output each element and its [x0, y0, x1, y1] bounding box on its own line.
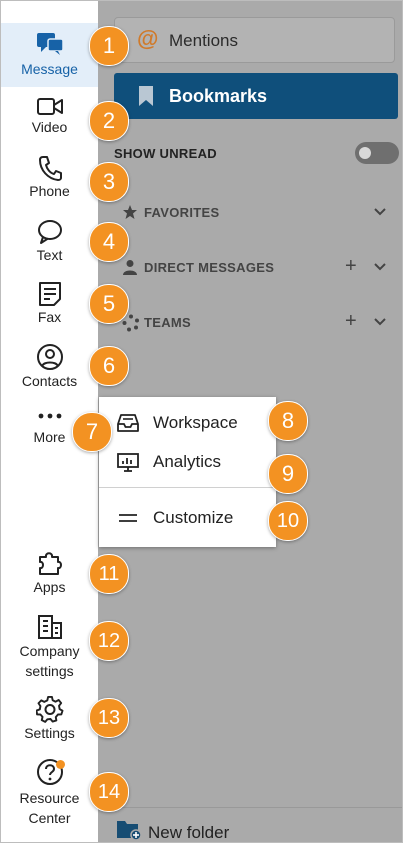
- nav-item-fax[interactable]: Fax: [1, 281, 98, 331]
- nav-label-fax: Fax: [37, 309, 62, 325]
- mentions-label: Mentions: [169, 31, 238, 50]
- mentions-button[interactable]: @ Mentions: [114, 17, 395, 63]
- nav-label-text: Text: [36, 247, 63, 263]
- teams-chevron-down-icon[interactable]: [373, 317, 387, 327]
- add-direct-message-plus-icon[interactable]: +: [345, 256, 357, 276]
- analytics-chart-icon: [117, 453, 139, 472]
- teams-label: TEAMS: [144, 315, 191, 330]
- callout-4: 4: [89, 222, 129, 262]
- new-folder-label: New folder: [148, 823, 230, 842]
- workspace-label: Workspace: [153, 413, 238, 432]
- more-dots-icon: [38, 413, 61, 419]
- callout-14: 14: [89, 772, 129, 812]
- more-menu-popup: Workspace Analytics Customize: [99, 397, 276, 547]
- callout-2: 2: [89, 101, 129, 141]
- callout-9: 9: [268, 454, 308, 494]
- folder-add-icon: [117, 821, 142, 840]
- resource-center-icon-wrap: [35, 758, 65, 788]
- phone-icon: [38, 156, 62, 181]
- nav-label-resource-center-line1: Resource: [19, 790, 80, 806]
- nav-item-resource-center[interactable]: Resource Center: [1, 758, 98, 830]
- star-icon: [123, 205, 137, 219]
- nav-label-resource-center-line2: Center: [28, 810, 71, 826]
- callout-13: 13: [89, 698, 129, 738]
- add-team-plus-icon[interactable]: +: [345, 311, 357, 331]
- contact-person-icon: [36, 344, 63, 370]
- bookmarks-label: Bookmarks: [169, 86, 268, 106]
- customize-label: Customize: [153, 508, 234, 527]
- nav-label-company-settings-line2: settings: [25, 663, 74, 679]
- speech-bubble-icon: [37, 220, 62, 244]
- nav-label-settings: Settings: [24, 725, 75, 741]
- show-unread-toggle[interactable]: [355, 142, 399, 164]
- nav-label-phone: Phone: [29, 183, 70, 199]
- callout-5: 5: [89, 284, 129, 324]
- nav-label-contacts: Contacts: [21, 373, 78, 389]
- nav-item-phone[interactable]: Phone: [1, 155, 98, 205]
- new-folder-button[interactable]: New folder: [98, 807, 402, 842]
- gear-icon: [35, 695, 63, 723]
- nav-item-video[interactable]: Video: [1, 97, 98, 141]
- nav-label-company-settings-line1: Company: [19, 643, 80, 659]
- menu-item-workspace[interactable]: Workspace: [99, 405, 276, 441]
- menu-item-customize[interactable]: Customize: [99, 500, 276, 536]
- nav-label-message: Message: [21, 61, 78, 77]
- menu-item-analytics[interactable]: Analytics: [99, 444, 276, 480]
- callout-1: 1: [89, 26, 129, 66]
- bookmark-icon: [139, 86, 153, 106]
- video-camera-icon: [36, 98, 63, 115]
- toggle-knob: [359, 147, 371, 159]
- menu-divider: [99, 487, 276, 488]
- notification-dot-icon: [55, 760, 65, 769]
- nav-item-company-settings[interactable]: Company settings: [1, 613, 98, 683]
- at-sign-icon: @: [137, 26, 159, 51]
- callout-11: 11: [89, 554, 129, 594]
- nav-label-video: Video: [31, 119, 68, 135]
- customize-lines-icon: [119, 514, 137, 522]
- nav-item-contacts[interactable]: Contacts: [1, 343, 98, 393]
- chat-bubbles-icon: [36, 33, 64, 55]
- nav-item-settings[interactable]: Settings: [1, 695, 98, 745]
- direct-messages-label: DIRECT MESSAGES: [144, 260, 275, 275]
- fax-document-icon: [38, 282, 61, 306]
- callout-12: 12: [89, 621, 129, 661]
- callout-10: 10: [268, 501, 308, 541]
- show-unread-label: SHOW UNREAD: [114, 146, 217, 161]
- puzzle-piece-icon: [38, 552, 62, 575]
- nav-item-apps[interactable]: Apps: [1, 549, 98, 601]
- nav-item-message[interactable]: Message: [1, 23, 98, 87]
- analytics-label: Analytics: [153, 452, 222, 471]
- callout-3: 3: [89, 162, 129, 202]
- person-icon: [123, 260, 137, 275]
- callout-6: 6: [89, 346, 129, 386]
- favorites-chevron-down-icon[interactable]: [373, 207, 387, 217]
- nav-label-apps: Apps: [33, 579, 66, 595]
- nav-item-text[interactable]: Text: [1, 219, 98, 269]
- app-window: Message Video Phone Text Fax Contacts Mo…: [0, 0, 403, 843]
- callout-7: 7: [72, 412, 112, 452]
- callout-8: 8: [268, 401, 308, 441]
- direct-messages-chevron-down-icon[interactable]: [373, 262, 387, 272]
- company-building-icon: [37, 615, 62, 639]
- favorites-label: FAVORITES: [144, 205, 220, 220]
- inbox-tray-icon: [117, 414, 139, 432]
- bookmarks-button[interactable]: Bookmarks: [114, 73, 398, 119]
